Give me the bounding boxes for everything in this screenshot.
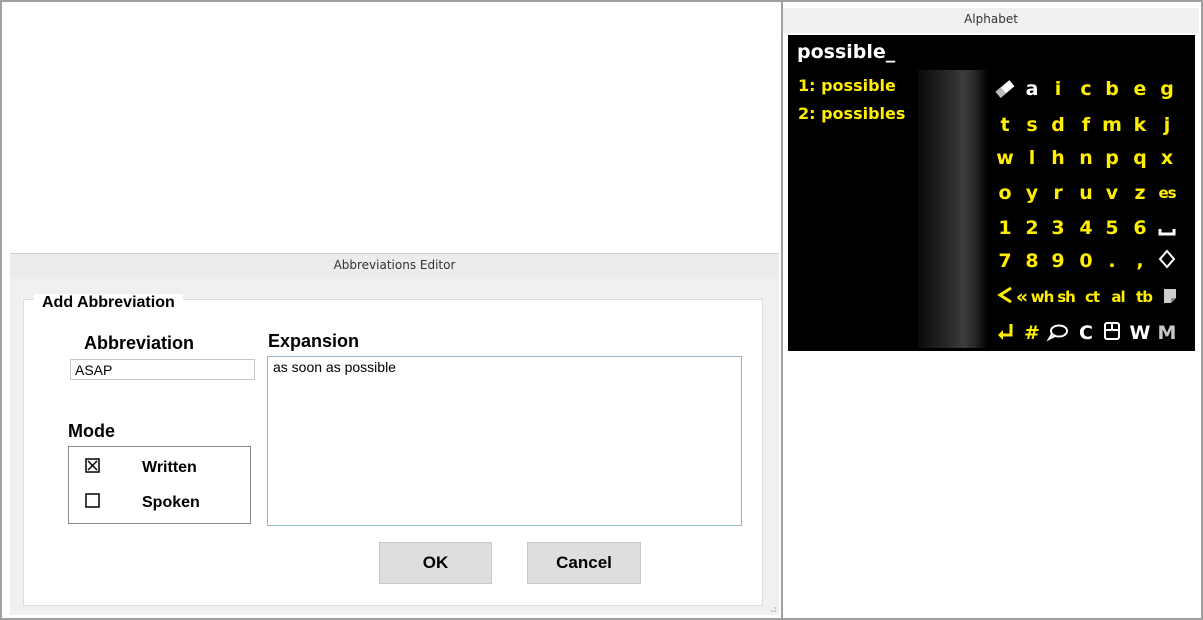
typed-text-display: possible_ <box>797 41 896 63</box>
key-period[interactable]: . <box>1100 246 1124 276</box>
window-icon[interactable] <box>1100 318 1124 348</box>
key-es[interactable]: es <box>1155 178 1179 208</box>
key-b[interactable]: b <box>1100 74 1124 104</box>
key-j[interactable]: j <box>1155 110 1179 140</box>
key-q[interactable]: q <box>1128 143 1152 173</box>
key-tb[interactable]: tb <box>1132 282 1156 312</box>
key-m[interactable]: m <box>1100 110 1124 140</box>
prediction-item-2[interactable]: 2: possibles <box>798 104 905 123</box>
key-4[interactable]: 4 <box>1074 213 1098 243</box>
key-c[interactable]: c <box>1074 74 1098 104</box>
key-capital-c[interactable]: C <box>1074 318 1098 348</box>
key-3[interactable]: 3 <box>1046 213 1070 243</box>
key-al[interactable]: al <box>1106 282 1130 312</box>
key-9[interactable]: 9 <box>1046 246 1070 276</box>
abbreviation-label: Abbreviation <box>84 333 195 353</box>
key-wh[interactable]: wh <box>1030 282 1055 312</box>
key-s[interactable]: s <box>1020 110 1044 140</box>
abbreviations-editor-title: Abbreviations Editor <box>333 258 456 272</box>
key-sh[interactable]: sh <box>1054 282 1078 312</box>
note-icon[interactable] <box>1158 282 1182 312</box>
prediction-item-1[interactable]: 1: possible <box>798 76 896 95</box>
prediction-scroll-gradient <box>918 70 988 348</box>
key-d[interactable]: d <box>1046 110 1070 140</box>
key-g[interactable]: g <box>1155 74 1179 104</box>
spoken-checkbox-label[interactable]: Spoken <box>142 494 200 512</box>
pane-divider[interactable] <box>781 2 783 618</box>
key-y[interactable]: y <box>1020 178 1044 208</box>
resize-grip-icon[interactable] <box>768 604 777 613</box>
key-w[interactable]: w <box>993 143 1017 173</box>
mode-label: Mode <box>68 421 115 441</box>
key-5[interactable]: 5 <box>1100 213 1124 243</box>
key-e[interactable]: e <box>1128 74 1152 104</box>
key-a[interactable]: a <box>1020 74 1044 104</box>
key-1[interactable]: 1 <box>993 213 1017 243</box>
key-capital-w[interactable]: W <box>1128 318 1152 348</box>
key-8[interactable]: 8 <box>1020 246 1044 276</box>
expansion-input[interactable]: as soon as possible <box>267 356 742 526</box>
space-icon[interactable] <box>1155 213 1179 243</box>
abbreviation-input[interactable] <box>70 359 255 380</box>
eraser-icon[interactable] <box>993 74 1017 104</box>
ok-button[interactable]: OK <box>379 542 492 584</box>
written-checkbox-label[interactable]: Written <box>142 459 197 477</box>
key-f[interactable]: f <box>1074 110 1098 140</box>
key-x[interactable]: x <box>1155 143 1179 173</box>
expansion-label: Expansion <box>268 331 360 351</box>
key-2[interactable]: 2 <box>1020 213 1044 243</box>
speech-bubble-icon[interactable] <box>1046 318 1070 348</box>
key-h[interactable]: h <box>1046 143 1070 173</box>
written-checkbox[interactable] <box>85 458 100 473</box>
key-hash[interactable]: # <box>1020 318 1044 348</box>
key-v[interactable]: v <box>1100 178 1124 208</box>
key-7[interactable]: 7 <box>993 246 1017 276</box>
key-p[interactable]: p <box>1100 143 1124 173</box>
key-l[interactable]: l <box>1020 143 1044 173</box>
key-o[interactable]: o <box>993 178 1017 208</box>
cancel-button[interactable]: Cancel <box>527 542 641 584</box>
diamond-icon[interactable] <box>1155 246 1179 276</box>
key-u[interactable]: u <box>1074 178 1098 208</box>
key-double-back[interactable]: « <box>1014 282 1030 312</box>
key-comma[interactable]: , <box>1128 246 1152 276</box>
key-0[interactable]: 0 <box>1074 246 1098 276</box>
spoken-checkbox[interactable] <box>85 493 100 508</box>
key-n[interactable]: n <box>1074 143 1098 173</box>
key-r[interactable]: r <box>1046 178 1070 208</box>
key-capital-m[interactable]: M <box>1155 318 1179 348</box>
alphabet-window-title: Alphabet <box>964 12 1018 26</box>
key-6[interactable]: 6 <box>1128 213 1152 243</box>
key-z[interactable]: z <box>1128 178 1152 208</box>
key-t[interactable]: t <box>993 110 1017 140</box>
enter-icon[interactable] <box>993 318 1017 348</box>
key-i[interactable]: i <box>1046 74 1070 104</box>
key-k[interactable]: k <box>1128 110 1152 140</box>
group-title: Add Abbreviation <box>34 294 183 312</box>
key-ct[interactable]: ct <box>1080 282 1104 312</box>
